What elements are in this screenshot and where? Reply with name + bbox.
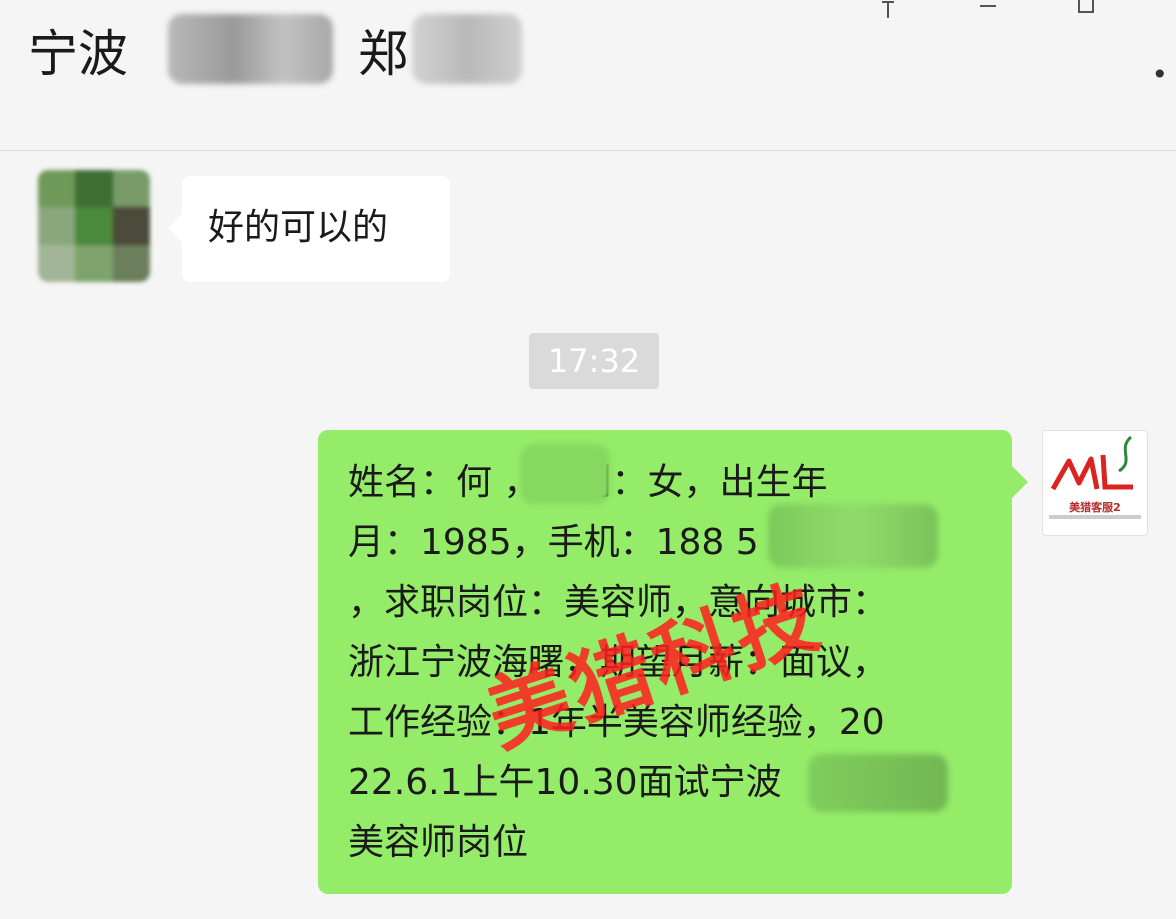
logo-caption: 美猎客服2 bbox=[1069, 501, 1121, 514]
chat-title: 宁波 bbox=[28, 25, 128, 83]
redacted-name-blur bbox=[520, 444, 610, 504]
incoming-message-bubble[interactable]: 好的可以的 bbox=[168, 176, 450, 282]
redacted-name-blur bbox=[412, 14, 522, 84]
minimize-icon[interactable] bbox=[968, 0, 1008, 20]
message-line: 22.6.1上午10.30面试宁波 bbox=[348, 762, 782, 803]
chat-header: 宁波 郑 • bbox=[0, 0, 1176, 151]
company-logo-icon bbox=[1050, 435, 1133, 491]
message-line: 月：1985，手机：188 5 bbox=[348, 522, 759, 563]
message-line: 美容师岗位 bbox=[348, 822, 529, 863]
chat-title-second: 郑 bbox=[358, 25, 408, 83]
incoming-message-text: 好的可以的 bbox=[208, 207, 389, 248]
redacted-company-blur bbox=[808, 754, 948, 812]
user-avatar[interactable]: 美猎客服2 bbox=[1042, 430, 1148, 536]
redacted-name-blur bbox=[168, 14, 333, 84]
maximize-icon[interactable] bbox=[1066, 0, 1106, 20]
logo-subtext-bar bbox=[1049, 515, 1141, 519]
contact-avatar[interactable] bbox=[38, 170, 150, 282]
pin-icon[interactable] bbox=[868, 0, 908, 20]
message-timestamp: 17:32 bbox=[529, 333, 659, 389]
more-dots-icon[interactable]: • bbox=[1151, 61, 1168, 89]
